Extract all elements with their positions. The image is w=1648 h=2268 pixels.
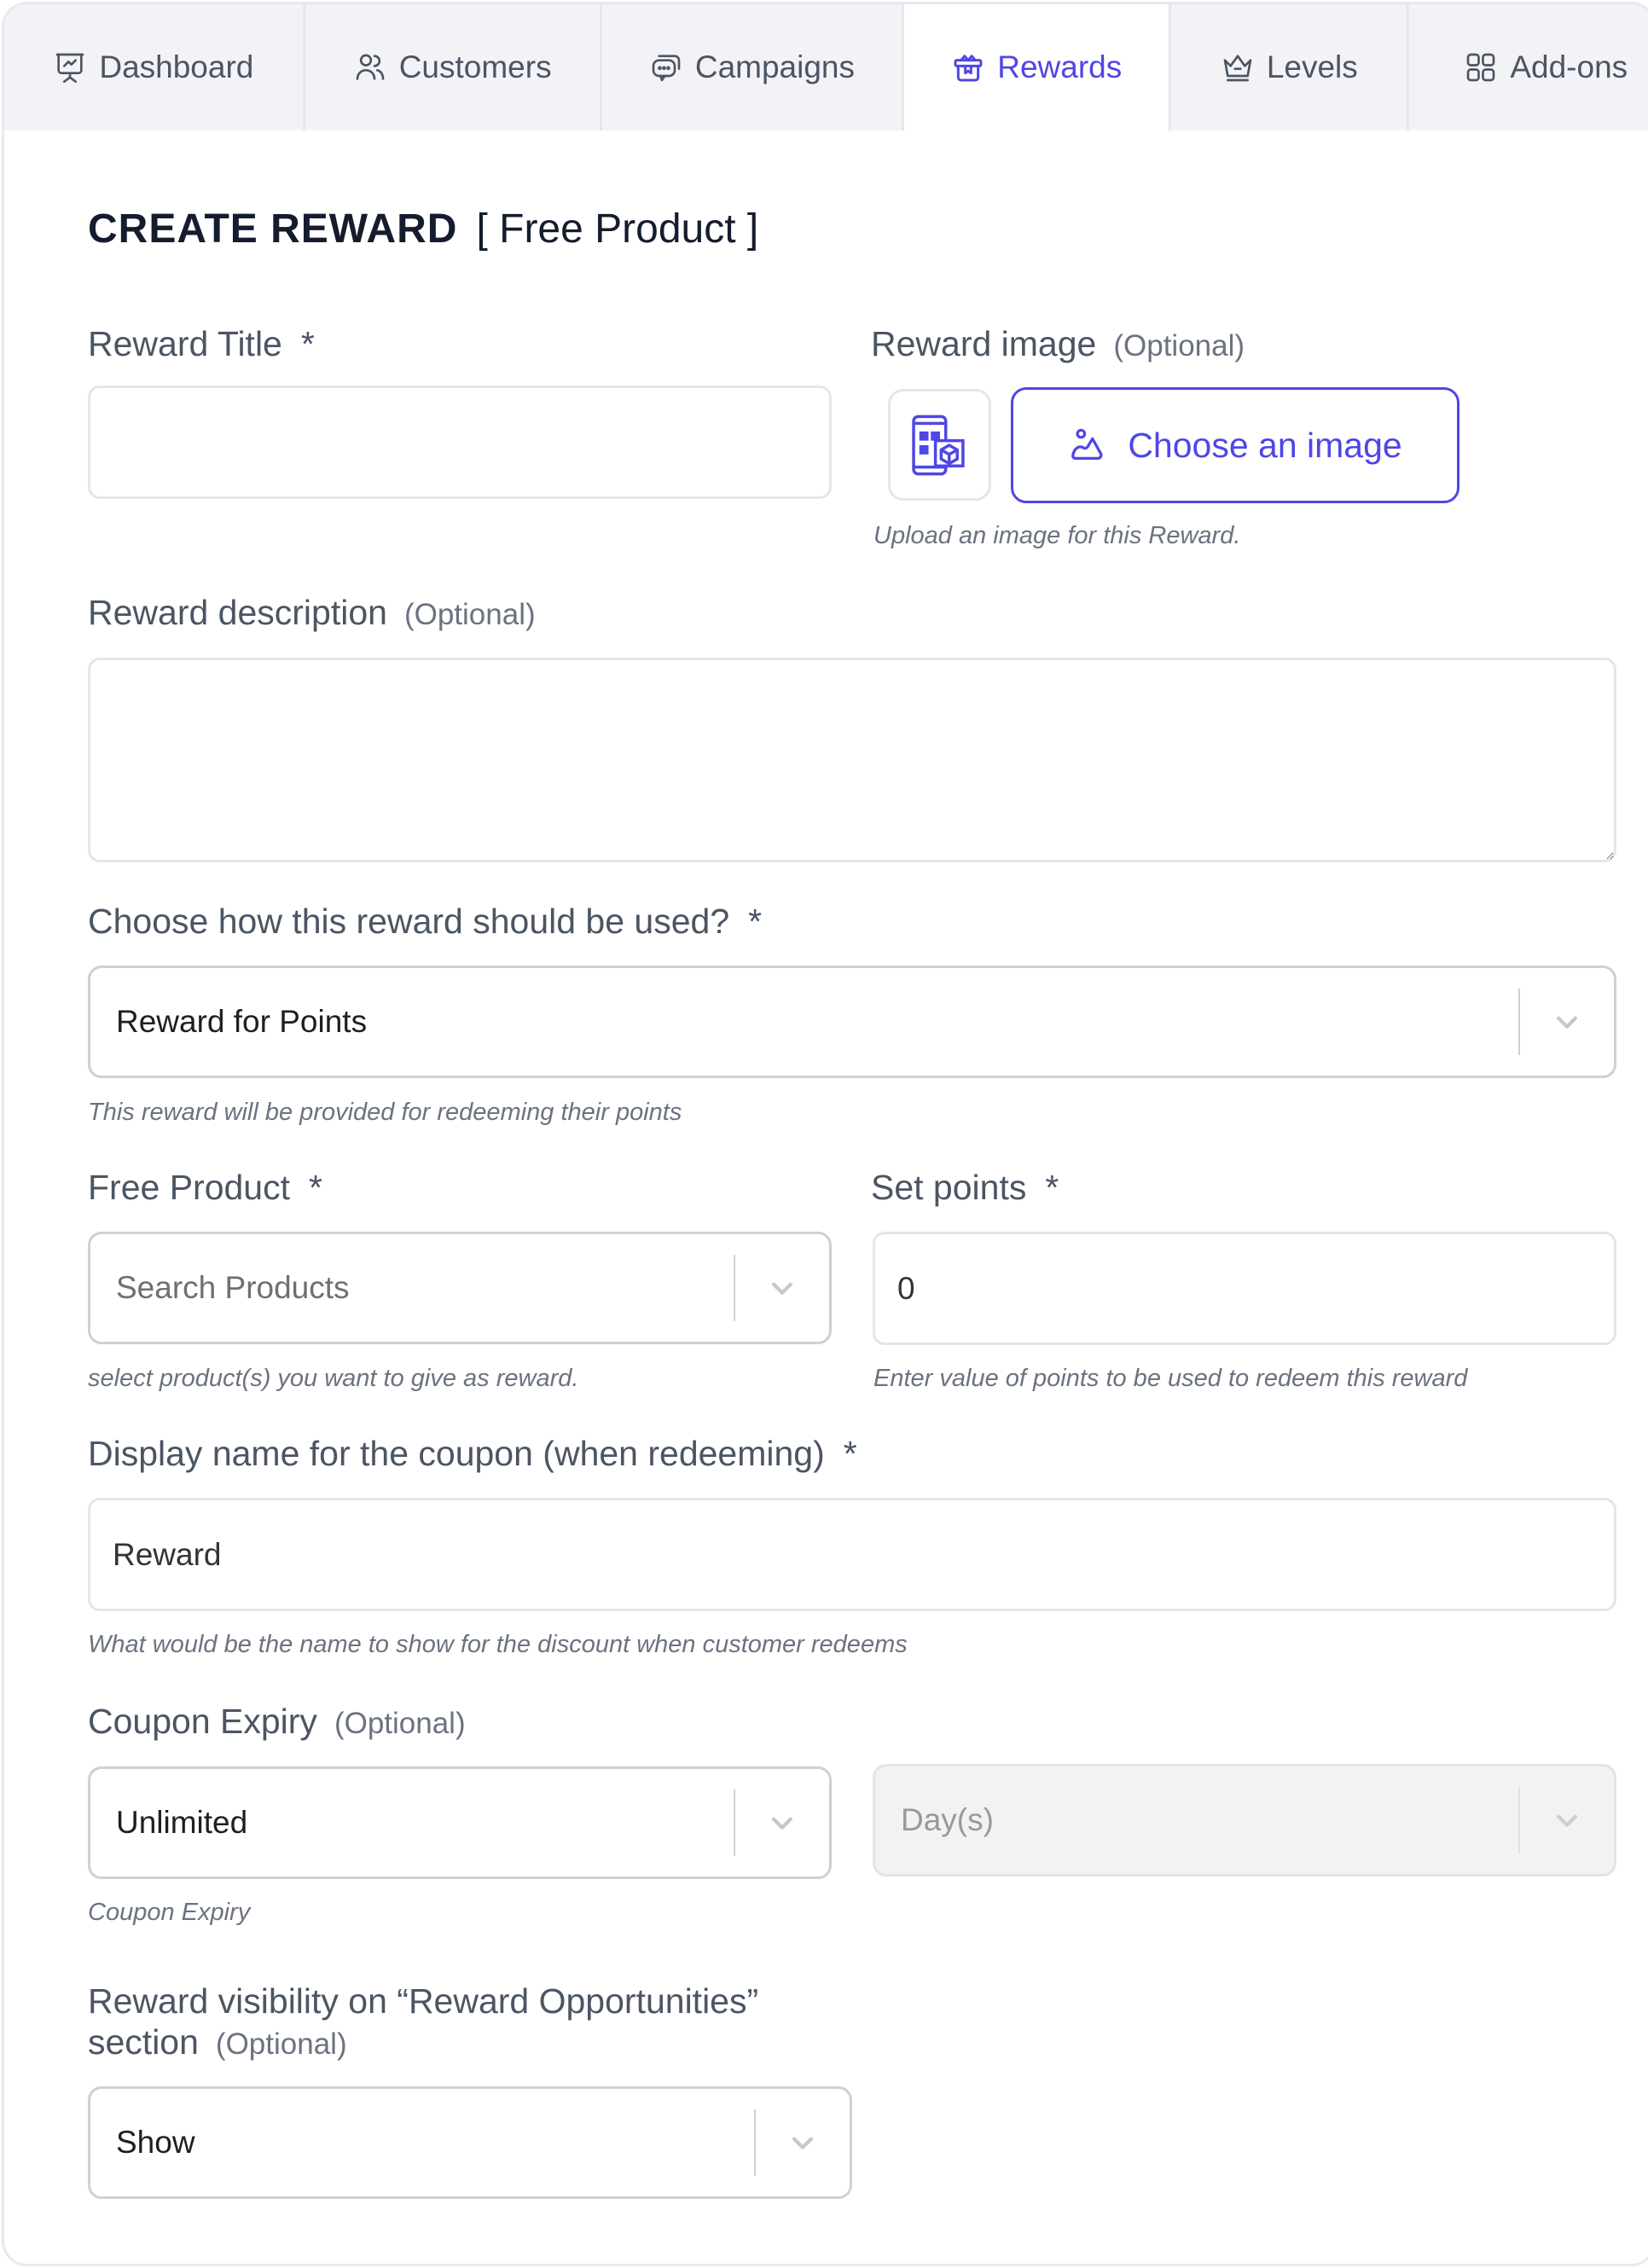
- tab-dashboard[interactable]: Dashboard: [4, 4, 305, 131]
- coupon-expiry-select[interactable]: Unlimited: [88, 1766, 832, 1879]
- required-mark: *: [309, 1168, 322, 1207]
- choose-image-label: Choose an image: [1128, 425, 1402, 465]
- image-icon: [1071, 428, 1103, 460]
- coupon-expiry-unit-select: Day(s): [873, 1764, 1616, 1876]
- main-tabs: Dashboard Customers Campaigns Rewards Le…: [4, 4, 1648, 131]
- coupon-display-name-label: Display name for the coupon (when redeem…: [88, 1434, 857, 1474]
- optional-tag: (Optional): [215, 2027, 347, 2061]
- free-product-select[interactable]: Search Products: [88, 1232, 832, 1344]
- reward-description-label: Reward description (Optional): [88, 593, 536, 633]
- coupon-display-name-input[interactable]: [88, 1498, 1616, 1611]
- reward-description-textarea[interactable]: [88, 658, 1616, 862]
- chat-bubbles-icon: [652, 55, 681, 82]
- coupon-display-name-label-text: Display name for the coupon (when redeem…: [88, 1434, 825, 1473]
- reward-description-label-text: Reward description: [88, 593, 387, 632]
- tab-campaigns-label: Campaigns: [694, 49, 855, 84]
- reward-title-label: Reward Title *: [88, 324, 315, 364]
- gift-box-icon: [954, 55, 983, 82]
- presentation-chart-icon: [56, 53, 84, 83]
- visibility-label-line1: Reward visibility on “Reward Opportuniti…: [88, 1981, 759, 2021]
- visibility-label-line2: section: [88, 2022, 199, 2062]
- tab-addons-label: Add-ons: [1510, 49, 1628, 84]
- tab-addons[interactable]: Add-ons: [1409, 4, 1648, 131]
- free-product-label-text: Free Product: [88, 1168, 290, 1207]
- usage-label: Choose how this reward should be used? *: [88, 902, 762, 942]
- coupon-display-name-help: What would be the name to show for the d…: [88, 1631, 908, 1658]
- tab-dashboard-label: Dashboard: [99, 49, 254, 84]
- tab-customers-label: Customers: [398, 49, 552, 84]
- choose-image-button[interactable]: Choose an image: [1011, 387, 1459, 503]
- usage-select[interactable]: Reward for Points: [88, 966, 1616, 1078]
- reward-image-thumbnail: [888, 389, 991, 501]
- coupon-expiry-label-text: Coupon Expiry: [88, 1702, 317, 1741]
- chevron-down-icon[interactable]: [735, 1234, 829, 1342]
- coupon-expiry-unit-value: Day(s): [901, 1802, 994, 1837]
- required-mark: *: [748, 902, 763, 941]
- tab-campaigns[interactable]: Campaigns: [602, 4, 905, 131]
- coupon-expiry-help: Coupon Expiry: [88, 1899, 251, 1926]
- page-title-text: CREATE REWARD: [88, 206, 458, 252]
- free-product-placeholder: Search Products: [116, 1270, 350, 1305]
- usage-label-text: Choose how this reward should be used?: [88, 902, 730, 941]
- tab-levels-label: Levels: [1266, 49, 1358, 84]
- reward-image-label: Reward image (Optional): [871, 324, 1245, 364]
- chevron-down-icon[interactable]: [1520, 968, 1614, 1076]
- visibility-select[interactable]: Show: [88, 2086, 852, 2199]
- chevron-down-icon[interactable]: [735, 1769, 829, 1876]
- reward-image-help: Upload an image for this Reward.: [873, 522, 1241, 549]
- users-icon: [356, 54, 385, 80]
- free-product-help: select product(s) you want to give as re…: [88, 1365, 579, 1392]
- chevron-down-icon[interactable]: [756, 2089, 850, 2196]
- set-points-input[interactable]: [873, 1232, 1616, 1345]
- product-catalog-icon: [911, 415, 965, 475]
- reward-form-card: Dashboard Customers Campaigns Rewards Le…: [2, 2, 1648, 2266]
- set-points-label: Set points *: [871, 1168, 1059, 1208]
- reward-image-label-text: Reward image: [871, 324, 1097, 363]
- set-points-label-text: Set points: [871, 1168, 1027, 1207]
- usage-select-value: Reward for Points: [116, 1004, 368, 1039]
- set-points-help: Enter value of points to be used to rede…: [873, 1365, 1468, 1392]
- free-product-label: Free Product *: [88, 1168, 322, 1208]
- required-mark: *: [300, 324, 315, 363]
- grid-icon: [1467, 53, 1495, 82]
- tab-levels[interactable]: Levels: [1171, 4, 1410, 131]
- crown-icon: [1223, 55, 1252, 82]
- tab-rewards-label: Rewards: [997, 49, 1123, 84]
- reward-title-input[interactable]: [88, 386, 832, 499]
- optional-tag: (Optional): [403, 598, 536, 631]
- tab-rewards[interactable]: Rewards: [904, 4, 1172, 131]
- page-subtitle: [ Free Product ]: [476, 206, 759, 252]
- required-mark: *: [1045, 1168, 1059, 1207]
- optional-tag: (Optional): [334, 1707, 466, 1740]
- required-mark: *: [843, 1434, 857, 1473]
- coupon-expiry-value: Unlimited: [116, 1805, 248, 1840]
- visibility-label: Reward visibility on “Reward Opportuniti…: [88, 1981, 758, 2065]
- tab-customers[interactable]: Customers: [305, 4, 602, 131]
- usage-help: This reward will be provided for redeemi…: [88, 1099, 682, 1126]
- chevron-down-icon: [1520, 1766, 1614, 1874]
- page-title: CREATE REWARD [ Free Product ]: [88, 206, 758, 252]
- coupon-expiry-label: Coupon Expiry (Optional): [88, 1702, 466, 1742]
- visibility-select-value: Show: [116, 2125, 195, 2160]
- optional-tag: (Optional): [1113, 329, 1245, 363]
- reward-title-label-text: Reward Title: [88, 324, 282, 363]
